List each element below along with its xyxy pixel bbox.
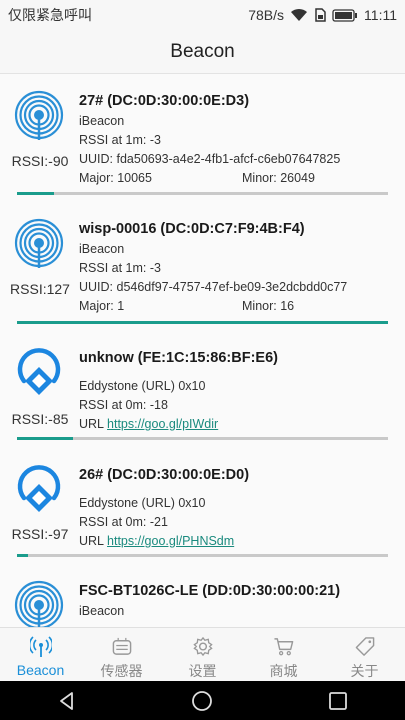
beacon-type: iBeacon	[79, 242, 125, 256]
tab-shop[interactable]: 商城	[243, 628, 324, 681]
beacon-card[interactable]: RSSI:-97 26# (DC:0D:30:00:0E:D0) Eddysto…	[0, 464, 405, 559]
beacon-tab-icon	[29, 636, 52, 657]
beacon-rssi-1m: RSSI at 1m: -3	[79, 133, 161, 147]
sim-icon	[314, 8, 326, 22]
beacon-list[interactable]: RSSI:-90 27# (DC:0D:30:00:0E:D3) iBeacon…	[0, 75, 405, 627]
page-title: Beacon	[170, 40, 235, 62]
tab-label: Beacon	[16, 662, 65, 678]
rssi-value: RSSI:127	[10, 281, 70, 297]
url-label: URL	[79, 534, 104, 548]
recents-icon[interactable]	[328, 691, 348, 711]
beacon-card[interactable]: FSC-BT1026C-LE (DD:0D:30:00:00:21) iBeac…	[0, 580, 405, 627]
back-icon[interactable]	[57, 691, 77, 711]
beacon-major: Major: 10065	[79, 171, 152, 185]
carrier-text: 仅限紧急呼叫	[8, 7, 92, 23]
network-speed: 78B/s	[248, 7, 285, 23]
tab-label: 商城	[269, 663, 298, 679]
beacon-rssi-0m: RSSI at 0m: -18	[79, 398, 168, 412]
beacon-minor: Minor: 16	[242, 299, 295, 313]
tab-label: 传感器	[100, 663, 143, 679]
signal-bar	[17, 321, 388, 324]
beacon-major: Major: 1	[79, 299, 125, 313]
tab-settings[interactable]: 设置	[162, 628, 243, 681]
sensor-icon	[112, 637, 131, 655]
beacon-type: Eddystone (URL) 0x10	[79, 496, 206, 510]
signal-bar	[17, 554, 388, 557]
beacon-type: Eddystone (URL) 0x10	[79, 379, 206, 393]
tab-label: 关于	[350, 663, 379, 679]
tab-about[interactable]: 关于	[324, 628, 405, 681]
signal-bar	[17, 192, 388, 195]
battery-icon	[332, 8, 358, 22]
beacon-title: unknow (FE:1C:15:86:BF:E6)	[79, 350, 278, 366]
eddystone-icon	[17, 348, 61, 395]
beacon-rssi-0m: RSSI at 0m: -21	[79, 515, 168, 529]
system-nav-bar	[0, 681, 405, 720]
beacon-minor: Minor: 26049	[242, 171, 315, 185]
tab-label: 设置	[188, 663, 217, 679]
tag-icon	[355, 637, 374, 656]
app-bar: Beacon	[0, 30, 405, 74]
wifi-icon	[290, 8, 308, 22]
beacon-type: iBeacon	[79, 604, 125, 618]
beacon-url-link[interactable]: https://goo.gl/pIWdir	[107, 417, 218, 431]
beacon-title: wisp-00016 (DC:0D:C7:F9:4B:F4)	[79, 221, 305, 237]
rssi-value: RSSI:-85	[11, 411, 69, 427]
ibeacon-icon	[14, 90, 64, 140]
beacon-card[interactable]: RSSI:127 wisp-00016 (DC:0D:C7:F9:4B:F4) …	[0, 218, 405, 328]
beacon-uuid: UUID: d546df97-4757-47ef-be09-3e2dcbdd0c…	[79, 280, 348, 294]
settings-gear-icon	[192, 636, 213, 657]
tab-beacon[interactable]: Beacon	[0, 628, 81, 681]
beacon-url-link[interactable]: https://goo.gl/PHNSdm	[107, 534, 234, 548]
bottom-nav: Beacon 传感器 设置 商城 关于	[0, 627, 405, 681]
status-bar: 仅限紧急呼叫 78B/s 11:11	[0, 0, 405, 30]
signal-bar-fill	[17, 192, 55, 195]
ibeacon-icon	[14, 580, 64, 627]
rssi-value: RSSI:-97	[11, 526, 69, 542]
beacon-card[interactable]: RSSI:-90 27# (DC:0D:30:00:0E:D3) iBeacon…	[0, 90, 405, 195]
beacon-rssi-1m: RSSI at 1m: -3	[79, 261, 161, 275]
signal-bar-fill	[17, 321, 388, 324]
beacon-title: 27# (DC:0D:30:00:0E:D3)	[79, 93, 250, 109]
url-label: URL	[79, 417, 104, 431]
signal-bar-fill	[17, 437, 73, 440]
clock: 11:11	[364, 7, 397, 23]
beacon-title: FSC-BT1026C-LE (DD:0D:30:00:00:21)	[79, 583, 341, 599]
rssi-value: RSSI:-90	[11, 153, 69, 169]
beacon-card[interactable]: RSSI:-85 unknow (FE:1C:15:86:BF:E6) Eddy…	[0, 347, 405, 442]
shopping-cart-icon	[273, 638, 293, 656]
signal-bar	[17, 437, 388, 440]
beacon-uuid: UUID: fda50693-a4e2-4fb1-afcf-c6eb076478…	[79, 152, 341, 166]
beacon-title: 26# (DC:0D:30:00:0E:D0)	[79, 467, 250, 483]
home-icon[interactable]	[191, 690, 213, 712]
eddystone-icon	[17, 465, 61, 512]
beacon-type: iBeacon	[79, 114, 125, 128]
signal-bar-fill	[17, 554, 29, 557]
ibeacon-icon	[14, 218, 64, 268]
tab-sensor[interactable]: 传感器	[81, 628, 162, 681]
